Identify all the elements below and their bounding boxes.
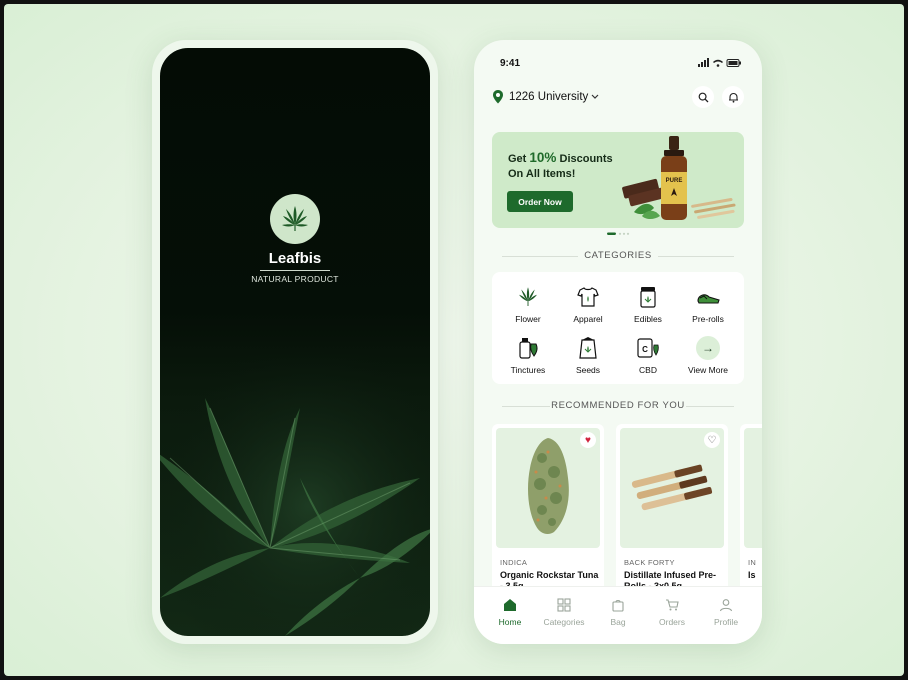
promo-discount: 10% <box>529 150 557 165</box>
search-icon <box>698 92 708 102</box>
heart-outline-icon: ♡ <box>707 434 717 446</box>
product-brand: BACK FORTY <box>624 558 675 567</box>
category-label: Edibles <box>634 314 662 324</box>
notifications-button[interactable] <box>722 86 744 108</box>
category-apparel[interactable]: Apparel <box>558 284 618 324</box>
cannabis-leaf-icon <box>519 287 537 306</box>
search-button[interactable] <box>692 86 714 108</box>
splash-screen: Leafbis NATURAL PRODUCT <box>160 48 430 636</box>
product-card[interactable]: ♡ BACK FORTY Distillate Infused Pre-Roll… <box>616 424 728 598</box>
promo-product-image: PURE <box>622 136 736 220</box>
heart-filled-icon: ♥ <box>585 434 591 446</box>
carousel-dots <box>607 232 630 235</box>
brand-logo <box>270 194 320 244</box>
location-selector[interactable]: 1226 University <box>492 90 599 104</box>
status-icons <box>698 58 741 67</box>
category-cbd[interactable]: C CBD <box>618 335 678 375</box>
category-label: CBD <box>639 365 657 375</box>
tab-label: Home <box>498 617 522 627</box>
categories-panel: Flower Apparel Edibles Pre-rolls Tinctur… <box>492 272 744 384</box>
product-card[interactable]: ♥ INDICA Organic Rockstar Tuna - 3.5g <box>492 424 604 598</box>
cannabis-leaf-icon <box>282 206 308 231</box>
tab-categories[interactable]: Categories <box>538 597 590 627</box>
promo-banner[interactable]: Get 10% Discounts On All Items! Order No… <box>492 132 744 228</box>
recommended-heading-text: RECOMMENDED FOR YOU <box>551 400 685 411</box>
category-label: Tinctures <box>510 365 546 375</box>
tincture-bottle-icon <box>519 338 538 359</box>
category-label: Seeds <box>575 365 601 375</box>
brand-name: Leafbis <box>268 250 322 267</box>
svg-text:C: C <box>642 345 648 354</box>
category-label: View More <box>688 365 728 375</box>
category-tinctures[interactable]: Tinctures <box>498 335 558 375</box>
brand-divider <box>260 270 330 271</box>
tab-label: Categories <box>543 617 585 627</box>
bell-icon <box>728 92 738 103</box>
product-brand: INDICA <box>500 558 528 567</box>
tshirt-icon <box>577 287 599 307</box>
seed-bag-icon <box>579 337 597 359</box>
promo-text-prefix: Get <box>508 153 530 165</box>
app-phone: 9:41 1226 University Get 10% Discounts O… <box>474 40 762 644</box>
favorite-button[interactable]: ♥ <box>580 432 596 448</box>
home-icon <box>504 599 516 611</box>
location-label: 1226 University <box>509 91 589 103</box>
tab-label: Orders <box>659 617 685 627</box>
tab-label: Bag <box>610 617 626 627</box>
favorite-button[interactable]: ♡ <box>704 432 720 448</box>
tab-profile[interactable]: Profile <box>700 597 752 627</box>
category-flower[interactable]: Flower <box>498 284 558 324</box>
splash-phone: Leafbis NATURAL PRODUCT <box>152 40 438 644</box>
category-pre-rolls[interactable]: Pre-rolls <box>678 284 738 324</box>
category-edibles[interactable]: Edibles <box>618 284 678 324</box>
brand-tagline: NATURAL PRODUCT <box>251 274 339 284</box>
user-icon <box>719 599 733 612</box>
promo-subline: On All Items! <box>508 168 576 180</box>
tab-label: Profile <box>713 617 739 627</box>
product-card[interactable]: IN Is <box>740 424 762 598</box>
order-now-button[interactable]: Order Now <box>507 191 573 212</box>
cannabis-plant-image <box>160 348 430 636</box>
pre-roll-icon <box>697 294 720 304</box>
showcase-canvas: Leafbis NATURAL PRODUCT 9:41 1226 Univer… <box>4 4 904 676</box>
tab-home[interactable]: Home <box>484 597 536 627</box>
grid-icon <box>557 598 571 612</box>
categories-heading: CATEGORIES <box>474 250 762 261</box>
bag-icon <box>612 599 624 612</box>
arrow-right-icon: → <box>696 336 720 360</box>
tab-orders[interactable]: Orders <box>646 597 698 627</box>
category-label: Pre-rolls <box>692 314 724 324</box>
category-label: Apparel <box>573 314 603 324</box>
promo-headline: Get 10% Discounts On All Items! <box>508 150 613 182</box>
status-time: 9:41 <box>500 58 521 69</box>
edibles-jar-icon <box>640 287 656 308</box>
bottom-tab-bar: Home Categories Bag Orders Profile <box>474 586 762 644</box>
category-view-more[interactable]: → View More <box>678 335 738 375</box>
recommended-heading: RECOMMENDED FOR YOU <box>474 400 762 411</box>
frame: Leafbis NATURAL PRODUCT 9:41 1226 Univer… <box>0 0 908 680</box>
product-brand: IN <box>748 558 757 567</box>
product-image <box>744 428 762 548</box>
chevron-down-icon <box>591 94 599 99</box>
location-pin-icon <box>493 90 503 104</box>
categories-heading-text: CATEGORIES <box>584 250 652 261</box>
cart-icon <box>666 599 679 611</box>
category-label: Flower <box>515 314 541 324</box>
bottle-label: PURE <box>666 178 683 184</box>
promo-text-suffix: Discounts <box>556 153 613 165</box>
product-name: Is <box>748 570 756 580</box>
cbd-icon: C <box>637 338 659 358</box>
category-seeds[interactable]: Seeds <box>558 335 618 375</box>
tab-bag[interactable]: Bag <box>592 597 644 627</box>
